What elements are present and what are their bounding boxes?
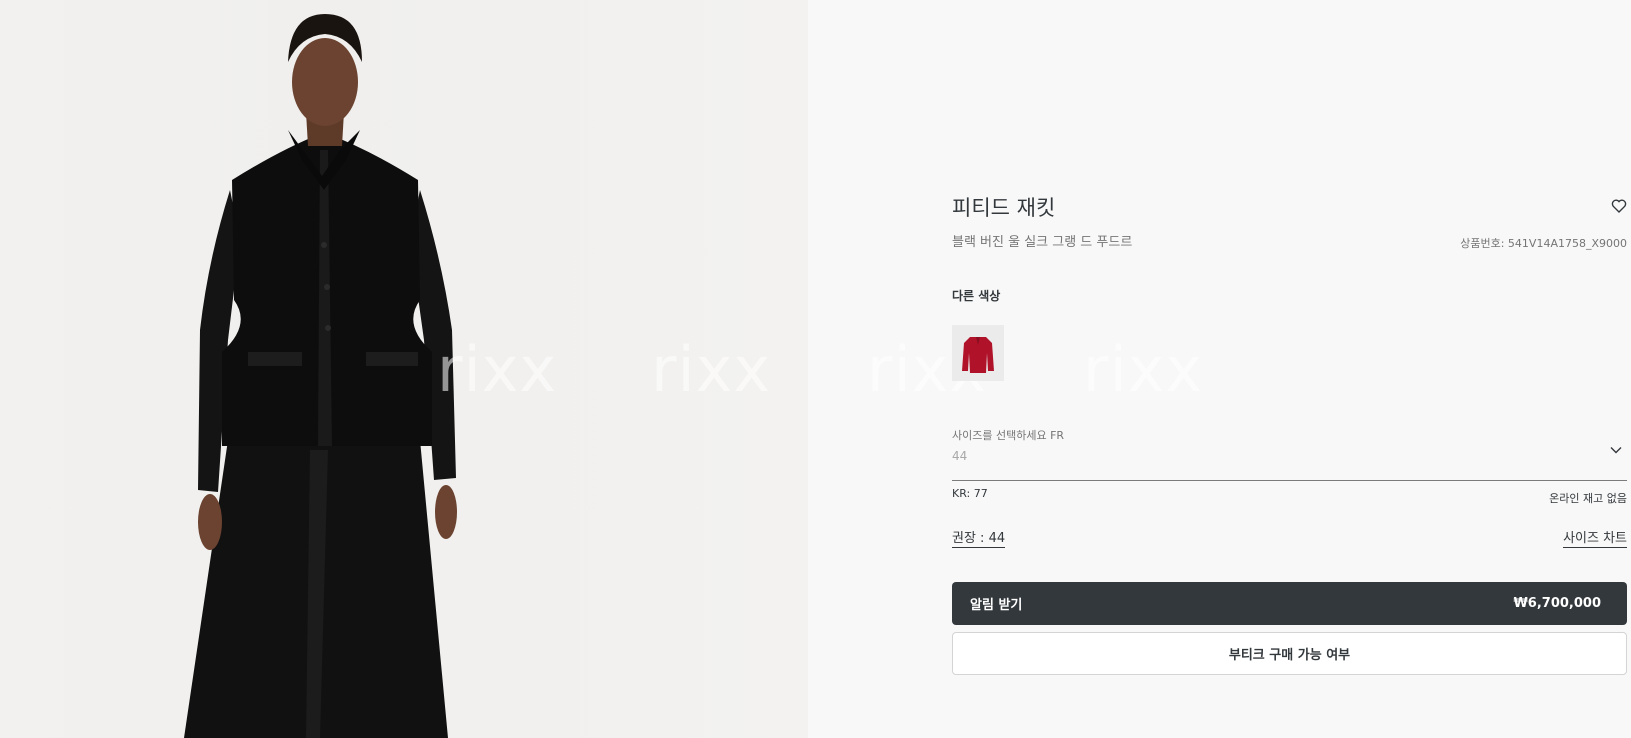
product-title: 피티드 재킷: [952, 196, 1056, 220]
boutique-availability-button[interactable]: 부티크 구매 가능 여부: [952, 632, 1627, 675]
size-select-value: 44: [952, 449, 968, 463]
model-photo: [184, 14, 457, 738]
size-select[interactable]: 사이즈를 선택하세요 FR 44: [952, 424, 1627, 481]
heart-icon[interactable]: [1611, 198, 1627, 214]
product-price: ₩6,700,000: [1513, 596, 1601, 611]
size-chart-link[interactable]: 사이즈 차트: [1563, 527, 1627, 548]
notify-me-button[interactable]: 알림 받기 ₩6,700,000: [952, 582, 1627, 625]
other-colors-label: 다른 색상: [952, 289, 1001, 303]
red-jacket-thumbnail: [962, 337, 994, 373]
product-subtitle: 블랙 버진 울 실크 그랭 드 푸드르: [952, 235, 1133, 250]
notify-label: 알림 받기: [970, 598, 1023, 613]
product-image[interactable]: rixx rixx: [0, 0, 808, 738]
color-swatch-red[interactable]: [952, 325, 1004, 381]
chevron-down-icon: [1610, 447, 1622, 454]
product-details: 피티드 재킷 블랙 버진 울 실크 그랭 드 푸드르 상품번호: 541V14A…: [952, 0, 1627, 738]
watermark-text: rixx: [651, 333, 772, 406]
recommended-size-link[interactable]: 권장 : 44: [952, 527, 1006, 548]
kr-size: KR: 77: [952, 487, 988, 500]
size-select-label: 사이즈를 선택하세요 FR: [952, 429, 1065, 442]
product-sku: 상품번호: 541V14A1758_X9000: [1460, 237, 1627, 250]
stock-status: 온라인 재고 없음: [1549, 492, 1627, 505]
